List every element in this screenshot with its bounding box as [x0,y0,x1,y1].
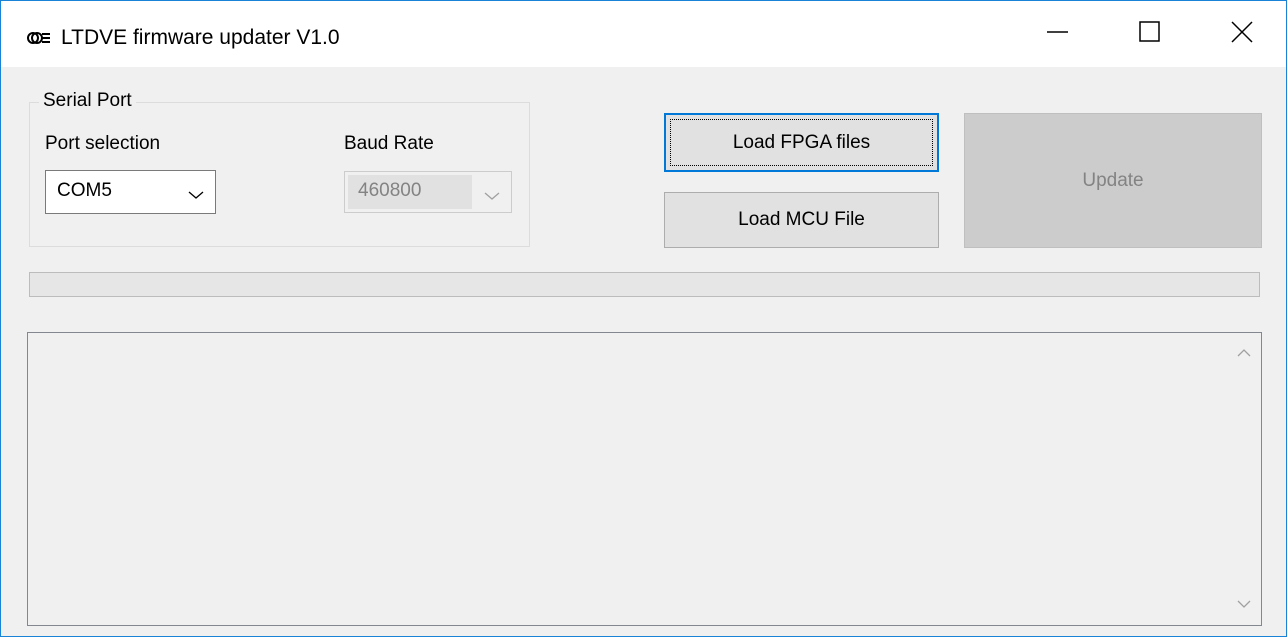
minimize-icon [1047,21,1069,48]
minimize-button[interactable] [1012,1,1104,67]
chevron-down-icon [188,187,204,199]
chevron-down-icon [484,188,500,200]
baud-rate-label: Baud Rate [344,133,434,154]
port-selection-dropdown[interactable]: COM5 [45,170,216,214]
app-window: LTDVE firmware updater V1.0 Serial Port … [0,0,1287,637]
close-icon [1231,20,1253,48]
baud-rate-dropdown[interactable]: 460800 [344,171,512,213]
window-title: LTDVE firmware updater V1.0 [61,26,340,49]
load-mcu-file-button[interactable]: Load MCU File [664,192,939,248]
log-scrollbar[interactable] [1227,333,1261,625]
port-selection-value: COM5 [57,180,112,201]
maximize-icon [1139,20,1161,48]
serial-port-group-label: Serial Port [39,90,136,112]
baud-rate-value: 460800 [358,180,422,201]
scroll-down-button[interactable] [1227,585,1261,625]
focus-rectangle [670,119,933,166]
scroll-up-icon [1237,344,1251,362]
load-fpga-files-button[interactable]: Load FPGA files [664,113,939,172]
close-button[interactable] [1196,1,1286,67]
log-textarea[interactable] [27,332,1262,626]
title-bar[interactable]: LTDVE firmware updater V1.0 [1,1,1286,67]
scroll-down-icon [1237,596,1251,614]
progress-bar [29,272,1260,297]
port-selection-label: Port selection [45,133,161,154]
update-label: Update [1082,169,1144,191]
scroll-up-button[interactable] [1227,333,1261,373]
maximize-button[interactable] [1104,1,1196,67]
load-mcu-file-label: Load MCU File [738,209,865,230]
update-button[interactable]: Update [964,113,1262,248]
app-logo-icon [27,30,51,46]
